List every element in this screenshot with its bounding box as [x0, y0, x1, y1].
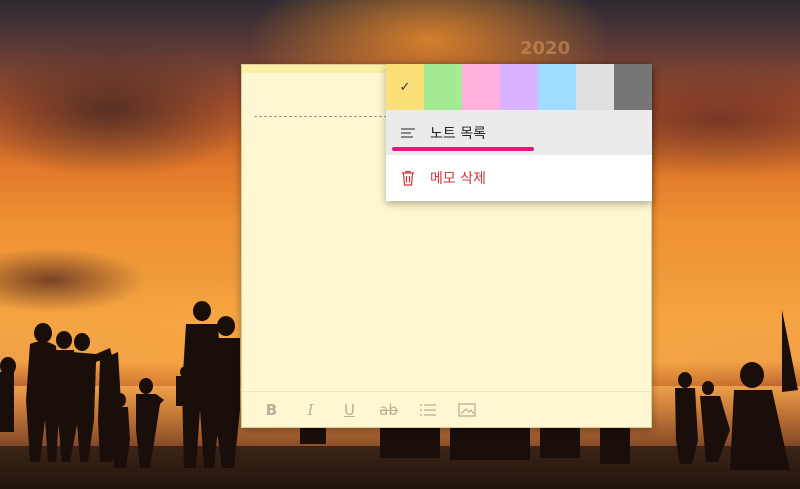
- bullets-icon: [419, 403, 436, 416]
- italic-label: I: [307, 400, 314, 419]
- delete-note-label: 메모 삭제: [430, 170, 486, 187]
- trash-icon: [400, 170, 416, 186]
- formatting-toolbar: B I U ab: [242, 391, 651, 427]
- highlight-underline: [392, 147, 534, 151]
- color-swatch-gray[interactable]: [576, 64, 614, 110]
- bold-button[interactable]: B: [252, 395, 291, 425]
- color-swatch-row: ✓: [386, 64, 652, 110]
- note-separator: [254, 116, 387, 117]
- note-title-bar[interactable]: [242, 65, 387, 73]
- color-swatch-yellow[interactable]: ✓: [386, 64, 424, 110]
- strikethrough-label: ab: [379, 400, 398, 419]
- checkmark-icon: ✓: [399, 79, 411, 95]
- note-options-menu: ✓ 노트 목록 메모 삭제: [386, 64, 652, 201]
- color-swatch-pink[interactable]: [462, 64, 500, 110]
- strikethrough-button[interactable]: ab: [369, 395, 408, 425]
- delete-note-menu-item[interactable]: 메모 삭제: [386, 155, 652, 200]
- notes-list-label: 노트 목록: [430, 125, 486, 142]
- color-swatch-green[interactable]: [424, 64, 462, 110]
- color-swatch-charcoal[interactable]: [614, 64, 652, 110]
- list-icon: [400, 125, 416, 141]
- color-swatch-purple[interactable]: [500, 64, 538, 110]
- bullets-button[interactable]: [408, 395, 447, 425]
- underline-label: U: [344, 400, 355, 419]
- italic-button[interactable]: I: [291, 395, 330, 425]
- notes-list-menu-item[interactable]: 노트 목록: [386, 110, 652, 155]
- underline-button[interactable]: U: [330, 395, 369, 425]
- image-icon: [457, 402, 476, 417]
- bold-label: B: [265, 400, 278, 419]
- color-swatch-blue[interactable]: [538, 64, 576, 110]
- image-button[interactable]: [447, 395, 486, 425]
